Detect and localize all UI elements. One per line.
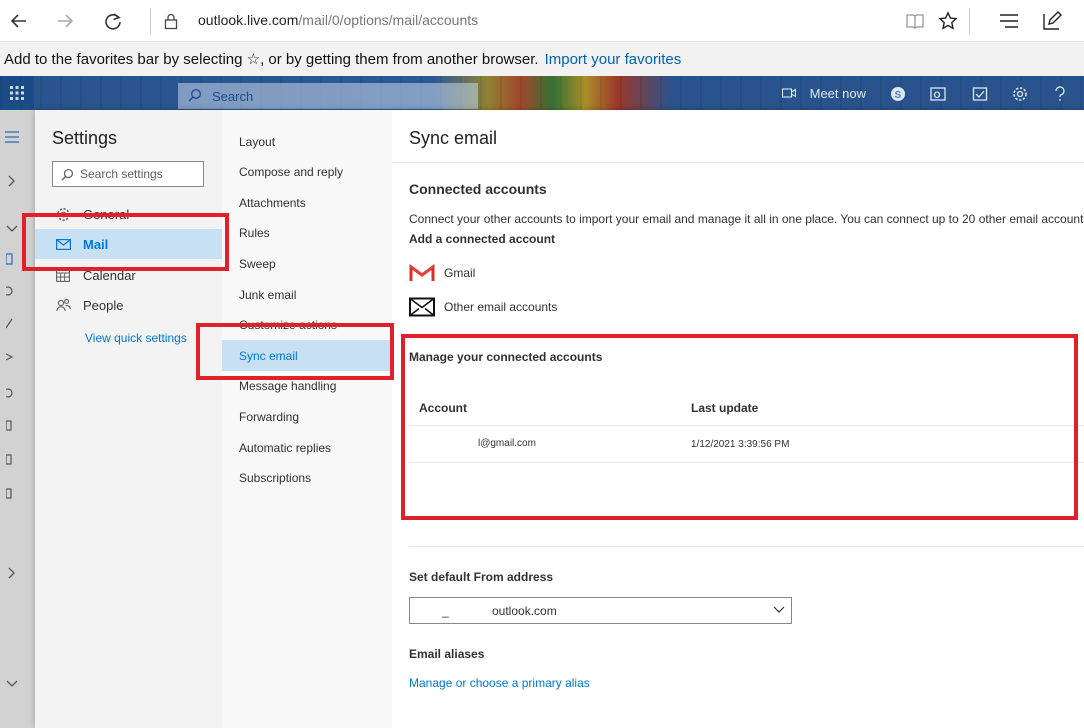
tasks-icon[interactable] [970, 84, 990, 104]
option-layout[interactable]: Layout [222, 126, 392, 157]
address-separator [150, 8, 151, 34]
meet-now-label: Meet now [809, 86, 866, 101]
browser-toolbar: outlook.live.com/mail/0/options/mail/acc… [0, 0, 1084, 42]
connected-accounts-heading: Connected accounts [409, 181, 547, 197]
option-subscriptions[interactable]: Subscriptions [222, 462, 392, 493]
from-prefix: _ [442, 604, 449, 618]
annotation-box-manage-accounts [401, 334, 1078, 520]
manage-alias-link[interactable]: Manage or choose a primary alias [409, 676, 590, 690]
search-settings-input[interactable]: Search settings [52, 161, 204, 187]
drafts-icon[interactable] [0, 314, 20, 332]
envelope-icon [409, 297, 435, 317]
option-attachments[interactable]: Attachments [222, 187, 392, 218]
sent-icon[interactable] [0, 348, 20, 366]
default-from-dropdown[interactable]: _ outlook.com [409, 597, 792, 624]
hub-button[interactable] [994, 6, 1024, 36]
from-value: outlook.com [492, 604, 557, 618]
svg-text:S: S [895, 90, 902, 101]
star-icon [938, 11, 958, 30]
toolbar-separator [969, 8, 970, 34]
search-icon [61, 168, 74, 181]
import-favorites-link[interactable]: Import your favorites [545, 51, 682, 68]
people-icon [55, 298, 71, 312]
chevron-down-icon [773, 603, 785, 615]
meet-now-button[interactable]: Meet now [781, 86, 866, 101]
favorites-message: Add to the favorites bar by selecting ☆,… [4, 51, 539, 68]
pane-divider [392, 162, 1084, 163]
option-compose-and-reply[interactable]: Compose and reply [222, 156, 392, 187]
connected-accounts-description: Connect your other accounts to import yo… [409, 212, 1084, 226]
default-from-heading: Set default From address [409, 570, 554, 584]
chevron-right-icon[interactable] [2, 564, 22, 582]
outlook-search-placeholder: Search [212, 88, 254, 104]
gmail-icon [409, 263, 435, 283]
refresh-button[interactable] [98, 6, 128, 36]
left-nav-rail [0, 110, 35, 728]
lock-icon [156, 6, 186, 36]
option-automatic-replies[interactable]: Automatic replies [222, 432, 392, 463]
scheduled-icon[interactable] [0, 384, 20, 402]
waffle-icon [10, 86, 24, 100]
hamburger-icon[interactable] [2, 128, 22, 146]
email-aliases-heading: Email aliases [409, 647, 485, 661]
favorite-button[interactable] [933, 6, 963, 36]
chevron-down-icon[interactable] [2, 220, 22, 238]
junk-icon[interactable] [0, 282, 20, 300]
pane-title: Sync email [409, 128, 498, 148]
notes-icon[interactable] [0, 484, 20, 502]
header-dim-overlay [0, 76, 1084, 110]
back-arrow-icon [10, 14, 26, 28]
reading-view-button[interactable] [900, 6, 930, 36]
pen-note-icon [1043, 11, 1062, 30]
search-icon [188, 88, 202, 105]
app-launcher-button[interactable] [0, 76, 34, 110]
annotation-box-sync-email [196, 323, 394, 380]
add-other-account-button[interactable]: Other email accounts [409, 295, 557, 319]
other-accounts-label: Other email accounts [444, 300, 558, 314]
outlook-header: Search Meet now S O [0, 76, 1084, 110]
help-icon[interactable] [1050, 84, 1070, 104]
gmail-label: Gmail [444, 266, 476, 280]
search-settings-placeholder: Search settings [80, 167, 163, 181]
back-button[interactable] [4, 6, 34, 36]
category-people[interactable]: People [35, 290, 222, 320]
mail-options-list: Layout Compose and reply Attachments Rul… [222, 110, 392, 728]
add-gmail-button[interactable]: Gmail [409, 261, 475, 285]
archive-icon[interactable] [0, 450, 20, 468]
book-icon [906, 14, 924, 29]
hamburger-lines-icon [1000, 14, 1018, 28]
category-label: People [83, 297, 124, 313]
chevron-down-icon[interactable] [2, 675, 22, 693]
address-bar[interactable]: outlook.live.com/mail/0/options/mail/acc… [198, 12, 478, 28]
section-divider [409, 546, 1084, 547]
refresh-icon [105, 13, 121, 30]
option-junk-email[interactable]: Junk email [222, 279, 392, 310]
office-icon[interactable]: O [928, 84, 948, 104]
favorites-bar: Add to the favorites bar by selecting ☆,… [0, 42, 1084, 76]
settings-title: Settings [52, 128, 118, 148]
option-rules[interactable]: Rules [222, 217, 392, 248]
option-forwarding[interactable]: Forwarding [222, 401, 392, 432]
forward-button[interactable] [50, 6, 80, 36]
chevron-right-icon[interactable] [2, 172, 22, 190]
skype-icon[interactable]: S [888, 84, 908, 104]
video-camera-icon [781, 88, 797, 98]
settings-categories: Settings Search settings General Mail Ca… [35, 110, 222, 728]
inbox-icon[interactable] [0, 250, 20, 268]
gear-icon[interactable] [1010, 84, 1030, 104]
add-account-heading: Add a connected account [409, 232, 556, 246]
svg-text:O: O [933, 90, 940, 100]
deleted-icon[interactable] [0, 416, 20, 434]
view-quick-settings-link[interactable]: View quick settings [85, 331, 187, 345]
outlook-search-box[interactable]: Search [178, 83, 478, 109]
web-note-button[interactable] [1037, 6, 1067, 36]
url-path: /mail/0/options/mail/accounts [298, 12, 479, 28]
option-sweep[interactable]: Sweep [222, 248, 392, 279]
url-host: outlook.live.com [198, 12, 299, 28]
forward-arrow-icon [58, 14, 74, 28]
annotation-box-mail [22, 213, 229, 271]
